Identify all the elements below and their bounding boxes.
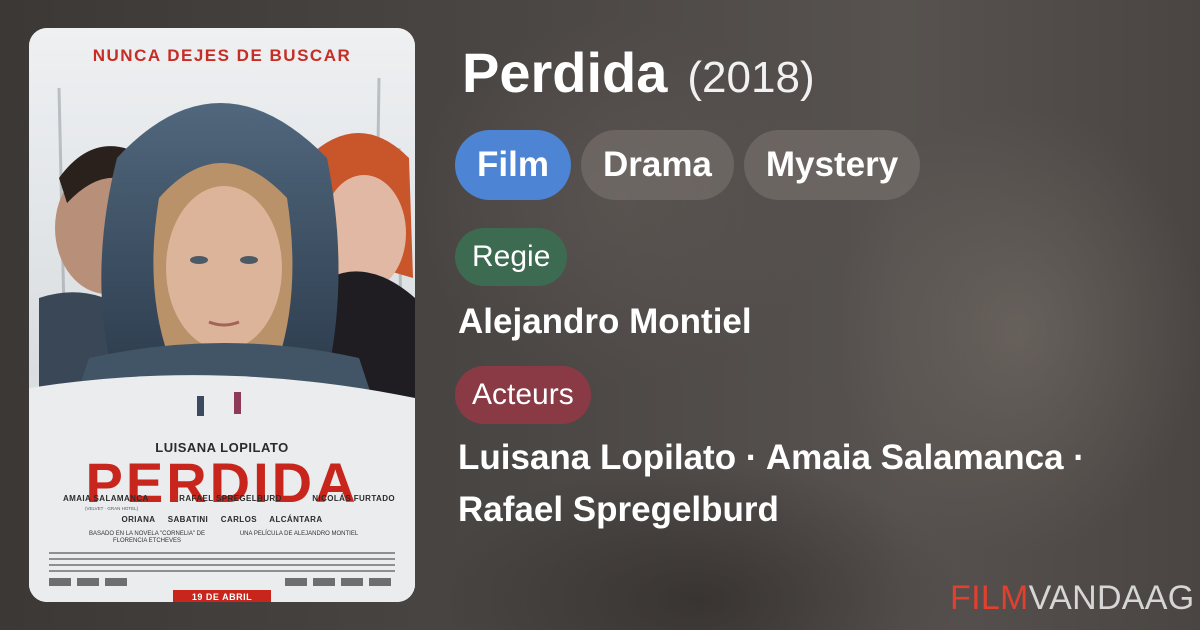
poster-credit-novel: BASADO EN LA NOVELA "CORNELIA" DE FLOREN…: [89, 531, 205, 544]
tag-film[interactable]: Film: [455, 130, 571, 200]
movie-year: (2018): [687, 53, 815, 102]
poster-cast-row1: AMAIA SALAMANCA RAFAEL SPREGELBURD NICOL…: [63, 494, 395, 503]
movie-poster: NUNCA DEJES DE BUSCAR LUISANA LOPILATO P…: [29, 28, 415, 602]
director-name: Alejandro Montiel: [458, 302, 752, 341]
poster-cast-name: RAFAEL SPREGELBURD: [179, 494, 282, 503]
poster-cast-name: AMAIA SALAMANCA: [63, 494, 149, 503]
poster-cast-row2: ORIANA SABATINI CARLOS ALCÁNTARA: [121, 515, 323, 524]
tag-drama[interactable]: Drama: [580, 130, 734, 200]
director-label: Regie: [455, 228, 568, 286]
poster-cast-note: (VELVET · GRAN HOTEL): [85, 506, 139, 511]
tag-mystery[interactable]: Mystery: [743, 130, 921, 200]
poster-cast-name: NICOLÁS FURTADO: [312, 494, 395, 503]
logo-part-vandaag: VANDAAG: [1028, 579, 1195, 617]
poster-credit-director: UNA PELÍCULA DE ALEJANDRO MONTIEL: [239, 531, 359, 537]
actors-label: Acteurs: [455, 366, 591, 424]
logo-part-film: FILM: [950, 579, 1029, 617]
poster-release-date: 19 DE ABRIL: [173, 590, 271, 602]
actors-names: Luisana Lopilato · Amaia Salamanca · Raf…: [458, 438, 1085, 529]
movie-info-panel: Perdida (2018) Film Drama Mystery Regie …: [455, 0, 1185, 630]
movie-title: Perdida: [462, 41, 668, 104]
genre-tags: Film Drama Mystery: [455, 130, 921, 200]
title-row: Perdida (2018): [462, 40, 815, 105]
filmvandaag-logo: FILMVANDAAG: [950, 578, 1195, 618]
poster-tagline: NUNCA DEJES DE BUSCAR: [92, 46, 352, 65]
